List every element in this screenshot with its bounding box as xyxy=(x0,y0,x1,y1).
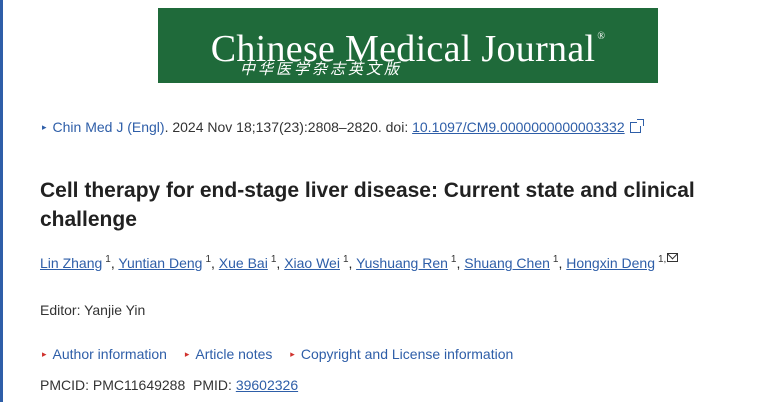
editor-line: Editor: Yanjie Yin xyxy=(40,302,146,318)
caret-right-icon[interactable]: ▸ xyxy=(42,122,47,132)
triangle-right-icon: ▸ xyxy=(42,349,47,359)
article-info-links: ▸ Author information ▸ Article notes ▸ Copy… xyxy=(42,346,527,362)
author-link[interactable]: Hongxin Deng xyxy=(566,255,655,271)
triangle-right-icon: ▸ xyxy=(184,349,190,359)
citation-line: ▸ Chin Med J (Engl). 2024 Nov 18;137(23):… xyxy=(42,119,644,135)
affiliation-sup: 1 xyxy=(270,254,277,265)
article-identifiers: PMCID: PMC11649288 PMID: 39602326 xyxy=(40,377,298,393)
author-link[interactable]: Xue Bai xyxy=(219,255,268,271)
pmid-label: PMID: xyxy=(193,377,236,393)
affiliation-sup: 1 xyxy=(552,254,559,265)
affiliation-sup: 1, xyxy=(657,254,667,265)
author-link[interactable]: Lin Zhang xyxy=(40,255,102,271)
affiliation-sup: 1 xyxy=(342,254,349,265)
author-list: Lin Zhang 1, Yuntian Deng 1, Xue Bai 1, Xia… xyxy=(40,253,679,271)
mail-icon[interactable] xyxy=(667,253,679,262)
author-link[interactable]: Yushuang Ren xyxy=(356,255,448,271)
article-title: Cell therapy for end-stage liver disease… xyxy=(40,179,695,231)
journal-link[interactable]: Chin Med J (Engl) xyxy=(53,119,165,135)
affiliation-sup: 1 xyxy=(450,254,457,265)
author-link[interactable]: Shuang Chen xyxy=(464,255,550,271)
journal-banner[interactable]: Chinese Medical Journal ® 中华医学杂志英文版 xyxy=(158,8,658,83)
left-accent-bar xyxy=(0,0,3,402)
journal-banner-subtitle: 中华医学杂志英文版 xyxy=(240,60,403,78)
affiliation-sup: 1 xyxy=(205,254,212,265)
pmcid-label: PMCID: PMC11649288 xyxy=(40,377,186,393)
author-information-toggle[interactable]: ▸ Author information xyxy=(42,346,167,362)
citation-details: . 2024 Nov 18;137(23):2808–2820. doi: xyxy=(164,119,413,135)
author-link[interactable]: Yuntian Deng xyxy=(118,255,202,271)
pmid-link[interactable]: 39602326 xyxy=(236,377,298,393)
doi-link[interactable]: 10.1097/CM9.0000000000003332 xyxy=(412,119,625,135)
copyright-license-toggle[interactable]: ▸ Copyright and License information xyxy=(290,346,513,362)
affiliation-sup: 1 xyxy=(105,254,111,265)
triangle-right-icon: ▸ xyxy=(290,349,295,359)
author-link[interactable]: Xiao Wei xyxy=(284,255,340,271)
article-notes-toggle[interactable]: ▸ Article notes xyxy=(185,346,273,362)
external-link-icon xyxy=(629,119,644,133)
